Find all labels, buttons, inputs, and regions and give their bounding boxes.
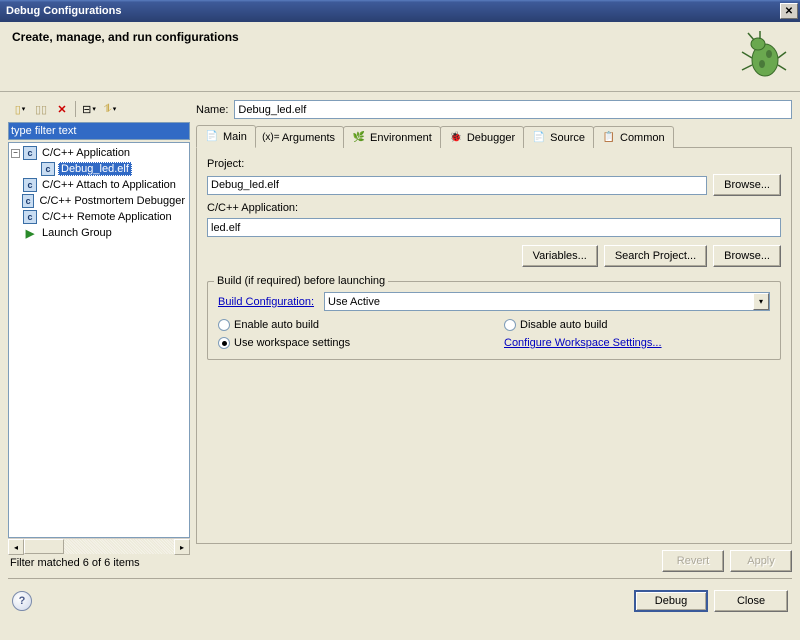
- chevron-down-icon[interactable]: ▾: [753, 293, 769, 310]
- configure-workspace-link[interactable]: Configure Workspace Settings...: [504, 337, 662, 349]
- project-label: Project:: [207, 158, 781, 170]
- name-label: Name:: [196, 104, 228, 116]
- debug-button[interactable]: Debug: [634, 590, 708, 612]
- collapse-all-button[interactable]: ⊟▾: [79, 99, 99, 119]
- project-browse-button[interactable]: Browse...: [713, 174, 781, 196]
- tree-item-c-c-attach-to-application[interactable]: cC/C++ Attach to Application: [9, 177, 189, 193]
- bottom-bar: ? Debug Close: [8, 578, 792, 622]
- tab-environment[interactable]: 🌿Environment: [343, 126, 441, 148]
- tree-h-scrollbar[interactable]: ◂▸: [8, 538, 190, 554]
- header: Create, manage, and run configurations: [0, 22, 800, 92]
- tab-icon: (x)=: [264, 131, 278, 145]
- c-app-icon: c: [22, 194, 35, 208]
- help-icon[interactable]: ?: [12, 591, 32, 611]
- tree-item-c-c-postmortem-debugger[interactable]: cC/C++ Postmortem Debugger: [9, 193, 189, 209]
- left-panel: ▯▾ ▯▯ ✕ ⊟▾ ⥮▾ −cC/C++ ApplicationcDebug_…: [8, 98, 190, 572]
- tab-icon: 📄: [532, 131, 546, 145]
- right-panel: Name: 📄Main(x)=Arguments🌿Environment🐞Deb…: [196, 98, 792, 572]
- app-label: C/C++ Application:: [207, 202, 781, 214]
- filter-status: Filter matched 6 of 6 items: [8, 554, 190, 572]
- build-config-select[interactable]: Use Active ▾: [324, 292, 770, 311]
- tree-item-c-c-remote-application[interactable]: cC/C++ Remote Application: [9, 209, 189, 225]
- launch-group-icon: ▶: [23, 226, 37, 240]
- tab-source[interactable]: 📄Source: [523, 126, 594, 148]
- tab-bar: 📄Main(x)=Arguments🌿Environment🐞Debugger📄…: [196, 125, 792, 147]
- radio-disable-auto-build[interactable]: Disable auto build: [504, 319, 770, 331]
- c-app-icon: c: [23, 146, 37, 160]
- delete-config-button[interactable]: ✕: [52, 99, 72, 119]
- filter-button[interactable]: ⥮▾: [100, 99, 120, 119]
- new-config-button[interactable]: ▯▾: [10, 99, 30, 119]
- tree-toggle-icon[interactable]: −: [11, 149, 20, 158]
- tab-common[interactable]: 📋Common: [593, 126, 674, 148]
- page-heading: Create, manage, and run configurations: [12, 30, 738, 44]
- c-app-icon: c: [41, 162, 55, 176]
- filter-input[interactable]: [8, 122, 190, 140]
- groupbox-title: Build (if required) before launching: [214, 275, 388, 287]
- tab-icon: 📄: [205, 130, 219, 144]
- app-input[interactable]: [207, 218, 781, 237]
- tab-icon: 🐞: [449, 131, 463, 145]
- revert-button[interactable]: Revert: [662, 550, 724, 572]
- app-browse-button[interactable]: Browse...: [713, 245, 781, 267]
- close-window-button[interactable]: ✕: [780, 3, 798, 19]
- duplicate-config-button[interactable]: ▯▯: [31, 99, 51, 119]
- tree-item-debug-led-elf[interactable]: cDebug_led.elf: [9, 161, 189, 177]
- build-groupbox: Build (if required) before launching Bui…: [207, 281, 781, 360]
- tree-item-launch-group[interactable]: ▶Launch Group: [9, 225, 189, 241]
- build-config-link[interactable]: Build Configuration:: [218, 296, 314, 308]
- title-bar: Debug Configurations ✕: [0, 0, 800, 22]
- tab-debugger[interactable]: 🐞Debugger: [440, 126, 524, 148]
- project-input[interactable]: [207, 176, 707, 195]
- search-project-button[interactable]: Search Project...: [604, 245, 707, 267]
- c-app-icon: c: [23, 178, 37, 192]
- tab-arguments[interactable]: (x)=Arguments: [255, 126, 344, 148]
- left-toolbar: ▯▾ ▯▯ ✕ ⊟▾ ⥮▾: [8, 98, 190, 120]
- tab-icon: 🌿: [352, 131, 366, 145]
- close-button[interactable]: Close: [714, 590, 788, 612]
- tree-item-c-c-application[interactable]: −cC/C++ Application: [9, 145, 189, 161]
- radio-use-workspace[interactable]: Use workspace settings: [218, 337, 484, 349]
- config-tree[interactable]: −cC/C++ ApplicationcDebug_led.elfcC/C++ …: [8, 142, 190, 538]
- tab-main-content: Project: Browse... C/C++ Application: Va…: [196, 147, 792, 544]
- window-title: Debug Configurations: [6, 5, 780, 17]
- radio-enable-auto-build[interactable]: Enable auto build: [218, 319, 484, 331]
- apply-button[interactable]: Apply: [730, 550, 792, 572]
- tab-main[interactable]: 📄Main: [196, 125, 256, 148]
- variables-button[interactable]: Variables...: [522, 245, 598, 267]
- c-app-icon: c: [23, 210, 37, 224]
- bug-icon: [738, 30, 788, 80]
- name-input[interactable]: [234, 100, 792, 119]
- tab-icon: 📋: [602, 131, 616, 145]
